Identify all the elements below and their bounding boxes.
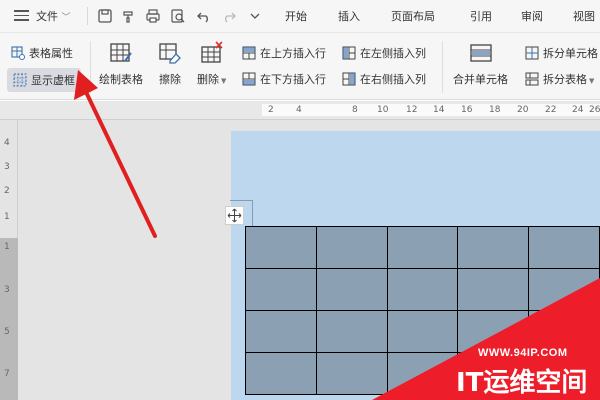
annotation-arrow xyxy=(74,70,157,238)
